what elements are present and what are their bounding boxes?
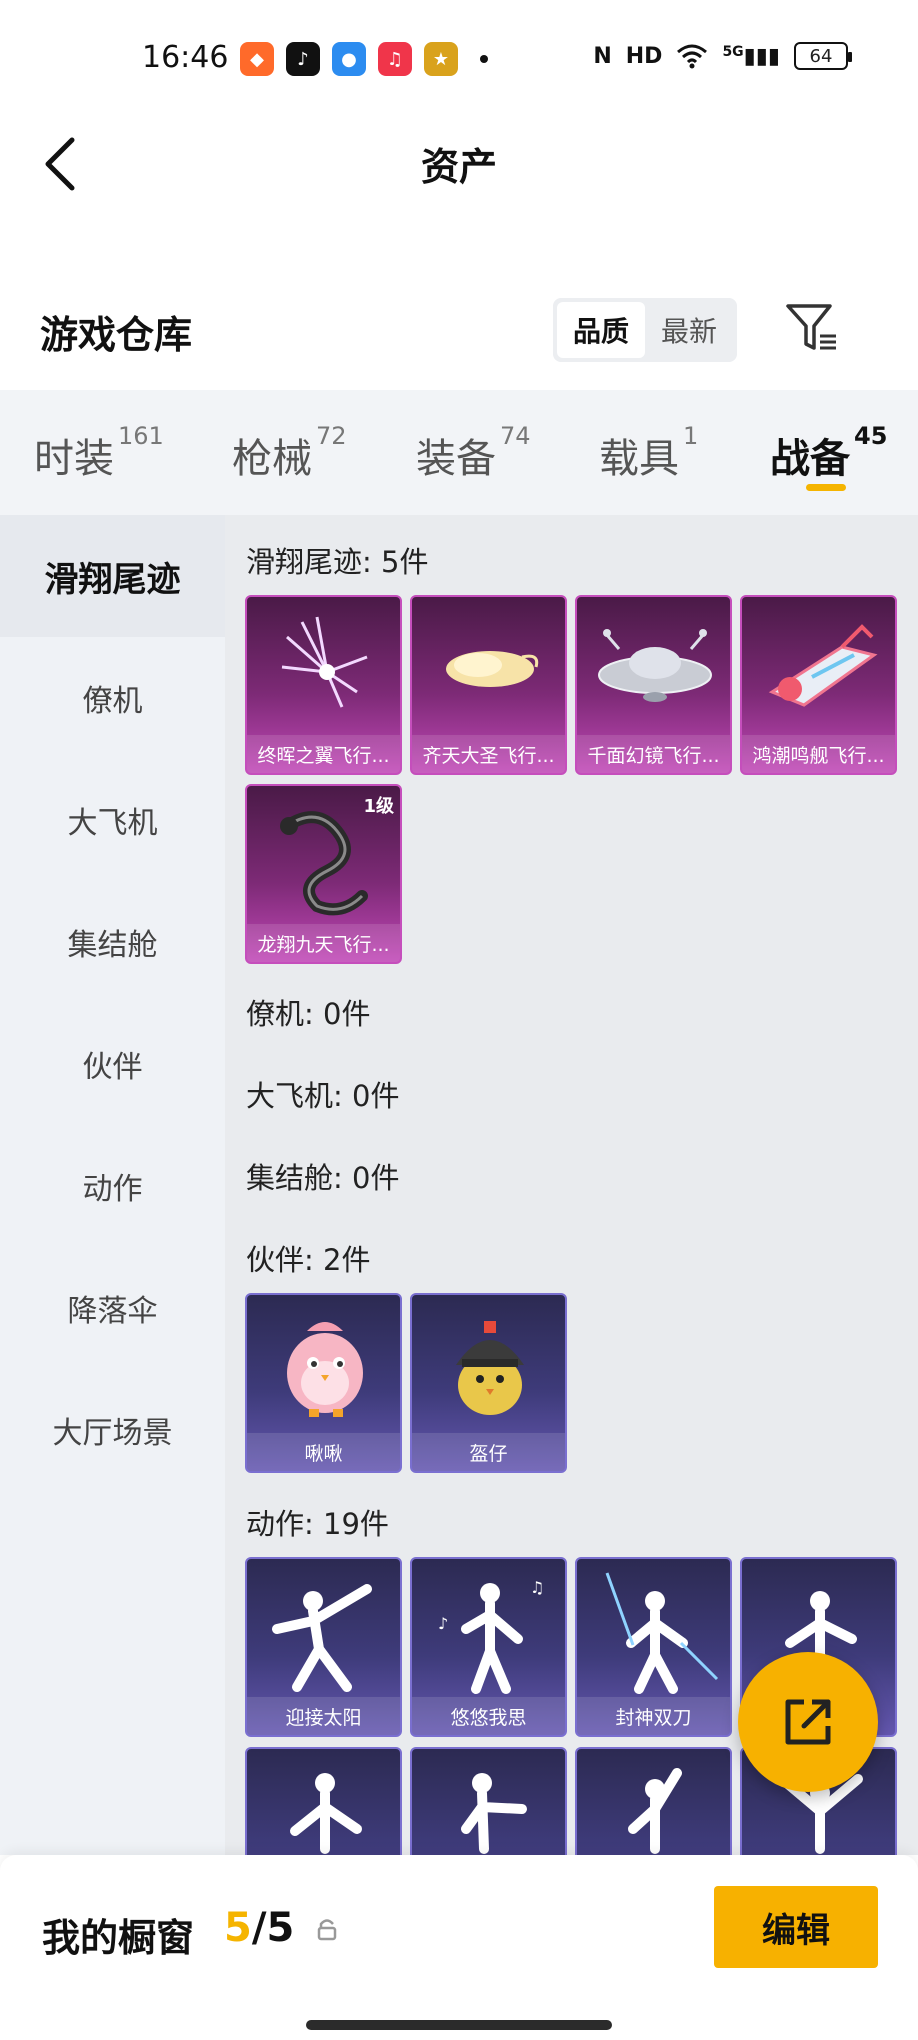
item-card[interactable]: 1级 龙翔九天飞行... bbox=[245, 784, 402, 964]
browser-app-icon: ● bbox=[332, 42, 366, 76]
tab-battle-prep[interactable]: 战备 45 bbox=[770, 422, 887, 484]
music-app-icon: ♫ bbox=[378, 42, 412, 76]
ship-trail-icon bbox=[768, 624, 878, 707]
tab-equipment[interactable]: 装备 74 bbox=[416, 422, 531, 484]
chick-partner-icon bbox=[287, 1322, 363, 1417]
status-time: 16:46 bbox=[142, 40, 229, 75]
dance-pose-icon bbox=[290, 1773, 362, 1854]
notification-icons: ◆ ♪ ● ♫ ★ bbox=[240, 42, 488, 76]
dance-pose-icon bbox=[272, 1584, 372, 1692]
page-title: 资产 bbox=[420, 145, 497, 189]
item-card[interactable]: 终晖之翼飞行... bbox=[245, 595, 402, 775]
tiktok-icon: ♪ bbox=[286, 42, 320, 76]
item-card[interactable]: 千面幻镜飞行... bbox=[575, 595, 732, 775]
svg-text:♪: ♪ bbox=[438, 1614, 448, 1633]
sidebar-item-action[interactable]: 动作 bbox=[0, 1125, 225, 1247]
sidebar: 滑翔尾迹 僚机 大飞机 集结舱 伙伴 动作 降落伞 大厅场景 bbox=[0, 515, 225, 1855]
item-name: 悠悠我思 bbox=[412, 1697, 565, 1735]
showcase-count: 5/5 bbox=[224, 1905, 295, 1951]
dance-pose-icon bbox=[628, 1768, 682, 1854]
item-name: 迎接太阳 bbox=[247, 1697, 400, 1735]
category-tabs: 时装 161 枪械 72 装备 74 载具 1 战备 45 bbox=[0, 390, 918, 515]
section-title-wingman: 僚机: 0件 bbox=[246, 997, 371, 1031]
item-name: 终晖之翼飞行... bbox=[247, 735, 400, 773]
game-app-icon: ◆ bbox=[240, 42, 274, 76]
showcase-label: 我的橱窗 bbox=[42, 1916, 195, 1960]
item-card[interactable] bbox=[410, 1747, 567, 1855]
item-name: 封神双刀 bbox=[577, 1697, 730, 1735]
sidebar-item-lobby-scene[interactable]: 大厅场景 bbox=[0, 1369, 225, 1491]
hd-icon: HD bbox=[625, 43, 663, 69]
sidebar-item-wingman[interactable]: 僚机 bbox=[0, 637, 225, 759]
item-card[interactable]: 盔仔 bbox=[410, 1293, 567, 1473]
tab-vehicles[interactable]: 载具 1 bbox=[599, 422, 698, 484]
peace-elite-app-icon: ★ bbox=[424, 42, 458, 76]
svg-text:♫: ♫ bbox=[530, 1578, 544, 1597]
section-title-assembly: 集结舱: 0件 bbox=[246, 1161, 400, 1195]
warehouse-title: 游戏仓库 bbox=[40, 313, 193, 357]
item-card[interactable]: 鸿潮鸣舰飞行... bbox=[740, 595, 897, 775]
lock-icon bbox=[317, 1919, 337, 1941]
item-card[interactable]: 迎接太阳 bbox=[245, 1557, 402, 1737]
sort-toggle: 品质 最新 bbox=[553, 298, 737, 362]
section-title-action: 动作: 19件 bbox=[246, 1507, 389, 1541]
nfc-icon: N bbox=[593, 43, 612, 69]
share-icon bbox=[785, 1699, 831, 1745]
item-name: 啾啾 bbox=[247, 1433, 400, 1471]
showcase-bar: 我的橱窗 5/5 编辑 bbox=[0, 1855, 918, 2040]
signal-icon: 5G▮▮▮ bbox=[722, 43, 780, 69]
item-name: 齐天大圣飞行... bbox=[412, 735, 565, 773]
item-card[interactable] bbox=[575, 1747, 732, 1855]
sidebar-item-partner[interactable]: 伙伴 bbox=[0, 1003, 225, 1125]
status-bar: 16:46 ◆ ♪ ● ♫ ★ N HD 5G▮▮▮ 64 bbox=[0, 0, 918, 120]
dance-pose-icon bbox=[461, 1773, 527, 1854]
section-title-partner: 伙伴: 2件 bbox=[246, 1243, 371, 1277]
sidebar-item-parachute[interactable]: 降落伞 bbox=[0, 1247, 225, 1369]
share-button[interactable] bbox=[738, 1652, 878, 1792]
sort-by-newest[interactable]: 最新 bbox=[645, 302, 733, 358]
warehouse-bar: 游戏仓库 品质 最新 bbox=[0, 280, 918, 380]
item-name: 盔仔 bbox=[412, 1433, 565, 1471]
battery-icon: 64 bbox=[794, 42, 852, 70]
status-indicators: N HD 5G▮▮▮ 64 bbox=[593, 42, 852, 70]
item-name: 千面幻镜飞行... bbox=[577, 735, 730, 773]
sidebar-item-assembly-pod[interactable]: 集结舱 bbox=[0, 881, 225, 1003]
filter-icon bbox=[786, 304, 836, 350]
tab-guns[interactable]: 枪械 72 bbox=[232, 422, 347, 484]
more-notifications-dot bbox=[480, 55, 488, 63]
wifi-icon bbox=[677, 44, 708, 69]
cloud-trail-icon bbox=[446, 651, 539, 687]
page-header: 资产 bbox=[0, 120, 918, 210]
dance-pose-icon: ♪ ♫ bbox=[438, 1578, 544, 1694]
item-name: 龙翔九天飞行... bbox=[247, 924, 400, 962]
item-card[interactable]: 齐天大圣飞行... bbox=[410, 595, 567, 775]
ufo-trail-icon bbox=[598, 629, 712, 702]
item-card[interactable] bbox=[245, 1747, 402, 1855]
active-tab-indicator bbox=[806, 484, 846, 491]
item-level-badge: 1级 bbox=[363, 796, 394, 817]
sidebar-item-glide-trail[interactable]: 滑翔尾迹 bbox=[0, 515, 225, 637]
helmet-chick-partner-icon bbox=[456, 1321, 524, 1415]
filter-button[interactable] bbox=[782, 298, 842, 358]
item-card[interactable]: 封神双刀 bbox=[575, 1557, 732, 1737]
dual-blades-pose-icon bbox=[605, 1572, 719, 1694]
edit-button[interactable]: 编辑 bbox=[714, 1886, 878, 1968]
sort-by-quality[interactable]: 品质 bbox=[557, 302, 645, 358]
item-card[interactable]: ♪ ♫ 悠悠我思 bbox=[410, 1557, 567, 1737]
item-card[interactable]: 啾啾 bbox=[245, 1293, 402, 1473]
item-name: 鸿潮鸣舰飞行... bbox=[742, 735, 895, 773]
home-indicator bbox=[306, 2020, 612, 2030]
wing-trail-icon bbox=[281, 616, 368, 708]
section-title-big-plane: 大飞机: 0件 bbox=[246, 1079, 400, 1113]
tab-fashion[interactable]: 时装 161 bbox=[34, 422, 164, 484]
app-root: 16:46 ◆ ♪ ● ♫ ★ N HD 5G▮▮▮ 64 资产 游戏仓库 品质… bbox=[0, 0, 918, 2040]
sidebar-item-big-plane[interactable]: 大飞机 bbox=[0, 759, 225, 881]
section-title-glide: 滑翔尾迹: 5件 bbox=[246, 545, 429, 579]
